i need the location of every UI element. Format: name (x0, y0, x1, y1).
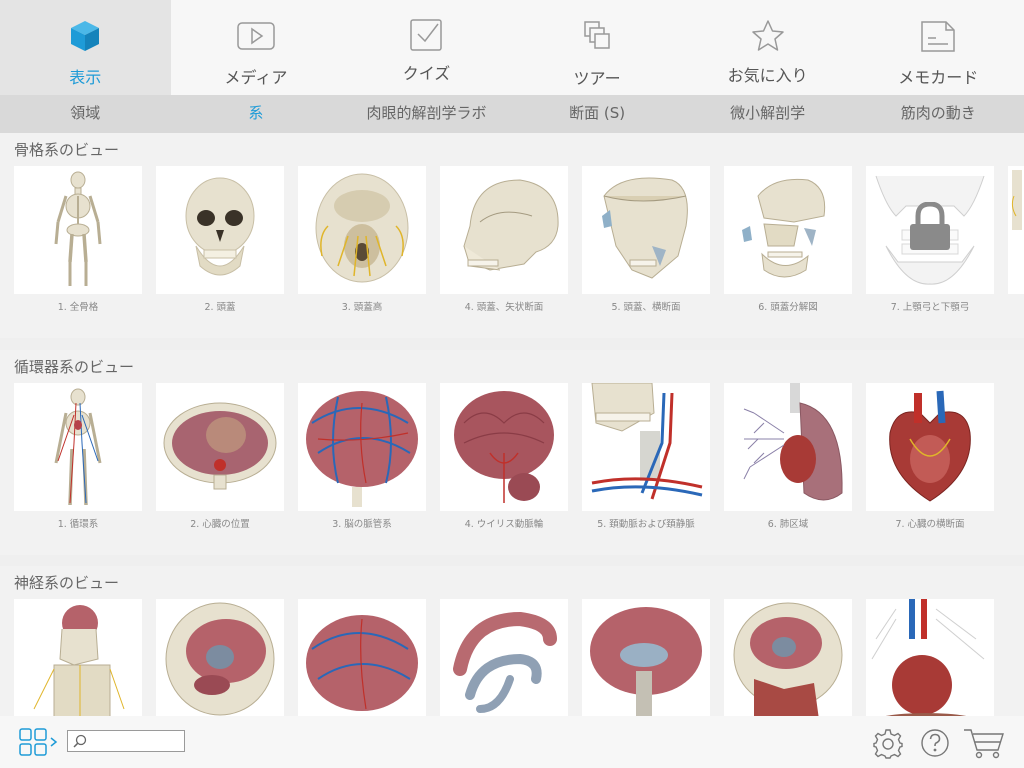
bottom-toolbar (0, 716, 1024, 768)
heart-nerves-image (870, 599, 985, 727)
subtab-sections[interactable]: 断面 (S) (512, 95, 683, 133)
thumbnail-caption: 7. 上顎弓と下顎弓 (890, 302, 970, 313)
thumbnail-caption: 4. 頭蓋、矢状断面 (464, 302, 544, 313)
cube-icon (65, 18, 105, 54)
thumbnail-card[interactable] (298, 383, 426, 511)
search-icon (72, 733, 88, 749)
thumbnail-caption: 3. 脳の脈管系 (332, 519, 392, 530)
copy-pages-icon (577, 18, 617, 54)
lock-icon (906, 202, 954, 252)
skull-base-image (315, 173, 409, 283)
subtab-systems[interactable]: 系 (171, 95, 342, 133)
thumbnail-card[interactable] (298, 599, 426, 727)
brain-vessels-2-image (306, 615, 418, 711)
thumbnail-card[interactable] (440, 166, 568, 294)
circulatory-section: 循環器系のビュー 1. 循環系 2. 心臓の位置 3. 脳の脈管系 4. ウイリ… (0, 350, 1024, 555)
thumbnail-caption: 5. 頭蓋、横断面 (611, 302, 681, 313)
circle-of-willis-image (454, 391, 554, 503)
thumbnail-caption: 7. 心臓の横断面 (895, 519, 965, 530)
skeletal-section: 骨格系のビュー 1. 全骨格 2. 頭蓋 3. 頭蓋高 4. 頭蓋、矢状断面 5… (0, 133, 1024, 338)
thumbnail-caption: 2. 頭蓋 (204, 302, 236, 313)
tab-media[interactable]: メディア (171, 0, 342, 95)
skull-front-image (185, 177, 255, 276)
thumbnail-card[interactable] (156, 383, 284, 511)
tab-flashcards[interactable]: メモカード (853, 0, 1024, 95)
thumbnail-caption: 6. 頭蓋分解図 (758, 302, 818, 313)
brain-sagittal-image (590, 607, 702, 727)
nervous-body-image (33, 605, 125, 727)
head-brain-image (165, 602, 275, 716)
thumbnail-card[interactable] (724, 166, 852, 294)
thumbnail-card[interactable] (724, 383, 852, 511)
heart-position-image (163, 402, 277, 490)
tab-label: メディア (224, 68, 288, 87)
lung-segments-image (743, 383, 843, 501)
thumbnail-caption: 1. 全骨格 (57, 302, 99, 313)
thumbnail-card[interactable] (14, 599, 142, 727)
thumbnail-card[interactable] (298, 166, 426, 294)
thumbnail-caption: 3. 頭蓋高 (341, 302, 383, 313)
tab-view[interactable]: 表示 (0, 0, 171, 95)
skull-transverse-image (602, 177, 688, 279)
thumbnail-card[interactable] (724, 599, 852, 727)
thumbnail-caption: 2. 心臓の位置 (190, 519, 250, 530)
thumbnail-caption: 1. 循環系 (57, 519, 99, 530)
thumbnail-card-partial[interactable] (1008, 166, 1024, 294)
nervous-section: 神経系のビュー (0, 566, 1024, 727)
skull-exploded-image (742, 178, 826, 278)
thumbnail-card[interactable] (14, 166, 142, 294)
thumbnail-card[interactable] (582, 383, 710, 511)
head-section-image (733, 602, 843, 727)
full-skeleton-image (54, 171, 102, 286)
thumbnail-card[interactable] (866, 166, 994, 294)
checkbox-icon (406, 18, 446, 54)
tab-label: 表示 (69, 68, 102, 87)
brain-vessels-image (306, 391, 418, 507)
partial-thumbnail-image (1011, 170, 1022, 230)
skull-sagittal-image (463, 179, 559, 271)
thumbnail-card[interactable] (440, 599, 568, 727)
help-icon[interactable] (920, 728, 950, 758)
search-input[interactable] (90, 732, 184, 752)
subtab-dissection-lab[interactable]: 肉眼的解剖学ラボ (341, 95, 512, 133)
cart-icon[interactable] (962, 726, 1006, 760)
ventricles-image (453, 611, 557, 713)
subtab-microanatomy[interactable]: 微小解剖学 (682, 95, 853, 133)
thumbnail-card[interactable] (14, 383, 142, 511)
tab-quiz[interactable]: クイズ (341, 0, 512, 95)
subtab-regions[interactable]: 領域 (0, 95, 171, 133)
tab-label: ツアー (573, 69, 621, 88)
section-title: 神経系のビュー (14, 574, 120, 592)
play-icon (236, 18, 276, 54)
thumbnail-card[interactable] (582, 599, 710, 727)
thumbnail-card[interactable] (866, 383, 994, 511)
tab-favorites[interactable]: お気に入り (682, 0, 853, 95)
thumbnail-card[interactable] (440, 383, 568, 511)
tab-label: お気に入り (727, 66, 808, 85)
section-title: 循環器系のビュー (14, 358, 135, 376)
tab-label: メモカード (898, 68, 979, 87)
thumbnail-card[interactable] (156, 599, 284, 727)
subtab-muscle-actions[interactable]: 筋肉の動き (853, 95, 1024, 133)
star-icon (748, 18, 788, 54)
tab-tour[interactable]: ツアー (512, 0, 683, 95)
search-field[interactable] (67, 730, 185, 752)
thumbnail-card[interactable] (582, 166, 710, 294)
top-tab-bar: 表示 メディア クイズ ツアー お気に入り メモカード (0, 0, 1024, 95)
circulatory-body-image (54, 388, 102, 506)
neck-vessels-image (591, 383, 703, 500)
tab-label: クイズ (402, 64, 451, 83)
grid-view-icon[interactable] (18, 727, 62, 757)
heart-section-image (889, 390, 971, 502)
thumbnail-caption: 5. 頚動脈および頚静脈 (597, 519, 695, 530)
section-title: 骨格系のビュー (14, 141, 120, 159)
note-card-icon (918, 18, 958, 54)
thumbnail-caption: 4. ウイリス動脈輪 (464, 519, 544, 530)
thumbnail-caption: 6. 肺区域 (767, 519, 809, 530)
settings-icon[interactable] (872, 728, 904, 760)
thumbnail-card[interactable] (866, 599, 994, 727)
sub-tab-bar: 領域 系 肉眼的解剖学ラボ 断面 (S) 微小解剖学 筋肉の動き (0, 95, 1024, 133)
thumbnail-card[interactable] (156, 166, 284, 294)
